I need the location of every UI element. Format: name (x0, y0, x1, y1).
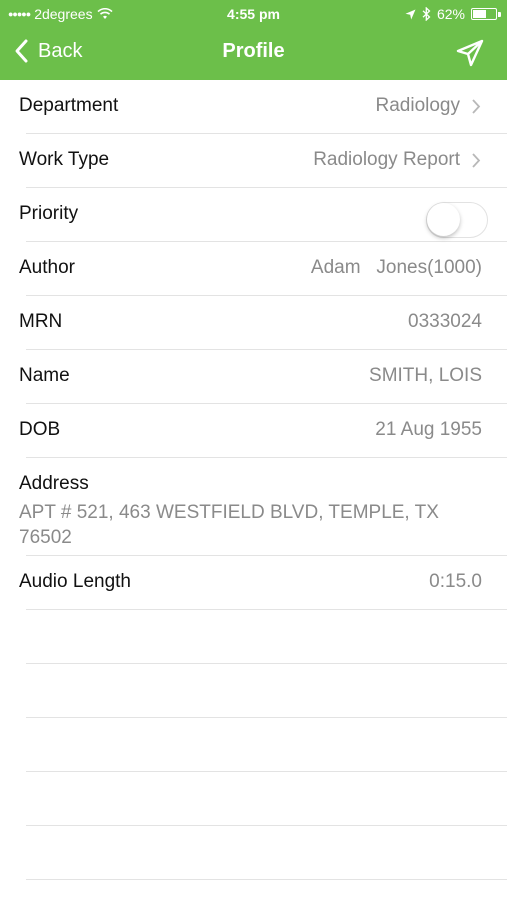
dob-value: 21 Aug 1955 (375, 419, 482, 440)
priority-row: Priority (19, 188, 507, 242)
page-title: Profile (222, 40, 285, 62)
empty-row (26, 664, 507, 718)
audio-length-label: Audio Length (19, 571, 131, 592)
battery-percentage: 62% (436, 6, 465, 22)
bluetooth-icon (422, 7, 431, 21)
name-value: SMITH, LOIS (369, 365, 482, 386)
mrn-row: MRN 0333024 (19, 296, 507, 350)
work-type-value: Radiology Report (313, 149, 460, 170)
status-right: 62% (405, 6, 501, 22)
status-bar: ●●●●● 2degrees 4:55 pm 62% (0, 0, 507, 28)
location-arrow-icon (405, 9, 416, 19)
toggle-knob (427, 203, 460, 236)
empty-row (26, 772, 507, 826)
chevron-right-icon (472, 99, 481, 114)
mrn-value: 0333024 (408, 311, 482, 332)
address-row: Address APT # 521, 463 WESTFIELD BLVD, T… (19, 458, 507, 556)
dob-label: DOB (19, 419, 61, 440)
empty-row (26, 826, 507, 880)
mrn-label: MRN (19, 311, 63, 332)
name-row: Name SMITH, LOIS (19, 350, 507, 404)
author-label: Author (19, 257, 75, 278)
priority-toggle[interactable] (426, 202, 488, 238)
paper-plane-icon[interactable] (455, 38, 485, 68)
department-value: Radiology (375, 95, 461, 116)
navigation-bar: Back Profile (0, 28, 507, 80)
audio-length-value: 0:15.0 (429, 571, 482, 592)
chevron-right-icon (472, 153, 481, 168)
empty-row (26, 610, 507, 664)
work-type-row[interactable]: Work Type Radiology Report (19, 134, 507, 188)
priority-label: Priority (19, 203, 79, 224)
header-bar: ●●●●● 2degrees 4:55 pm 62% Back Profile (0, 0, 507, 80)
name-label: Name (19, 365, 70, 386)
department-label: Department (19, 95, 119, 116)
author-row: Author Adam Jones(1000) (19, 242, 507, 296)
profile-list: Department Radiology Work Type Radiology… (0, 80, 507, 880)
address-value: APT # 521, 463 WESTFIELD BLVD, TEMPLE, T… (19, 502, 439, 548)
department-row[interactable]: Department Radiology (19, 80, 507, 134)
battery-icon (471, 8, 501, 20)
author-value: Adam Jones(1000) (310, 257, 482, 278)
battery-fill (473, 10, 487, 18)
dob-row: DOB 21 Aug 1955 (19, 404, 507, 458)
audio-length-row: Audio Length 0:15.0 (19, 556, 507, 610)
empty-row (26, 718, 507, 772)
address-label: Address (19, 473, 89, 494)
battery-tip (498, 12, 501, 17)
work-type-label: Work Type (19, 149, 110, 170)
